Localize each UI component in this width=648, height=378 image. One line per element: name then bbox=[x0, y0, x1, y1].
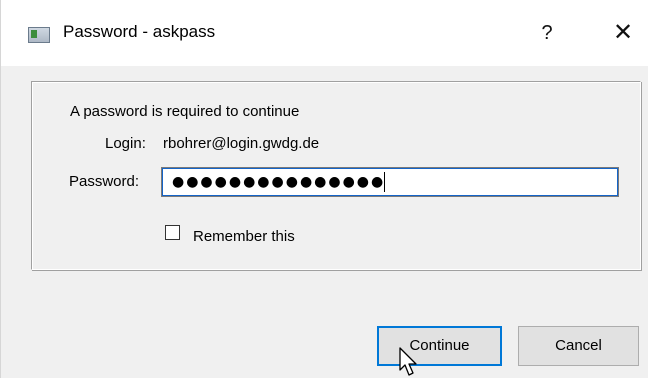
mouse-pointer-icon bbox=[399, 347, 417, 376]
text-caret bbox=[384, 172, 386, 192]
login-label: Login: bbox=[105, 135, 146, 152]
app-window-icon bbox=[28, 27, 50, 43]
password-label: Password: bbox=[69, 173, 140, 190]
password-masked-text: ●●●●●●●●●●●●●●● bbox=[172, 174, 386, 190]
remember-label[interactable]: Remember this bbox=[193, 228, 295, 245]
login-value: rbohrer@login.gwdg.de bbox=[163, 135, 320, 152]
help-button[interactable]: ? bbox=[525, 15, 569, 51]
password-field[interactable]: ●●●●●●●●●●●●●●● bbox=[161, 167, 619, 197]
remember-checkbox[interactable] bbox=[165, 225, 180, 240]
close-icon[interactable]: ✕ bbox=[601, 15, 645, 51]
window-title: Password - askpass bbox=[63, 22, 216, 41]
title-bar: Password - askpass ? ✕ bbox=[1, 0, 648, 66]
prompt-message: A password is required to continue bbox=[70, 103, 300, 120]
askpass-dialog: Password - askpass ? ✕ A password is req… bbox=[0, 0, 648, 378]
cancel-button[interactable]: Cancel bbox=[518, 326, 639, 366]
continue-button[interactable]: Continue bbox=[377, 326, 502, 366]
